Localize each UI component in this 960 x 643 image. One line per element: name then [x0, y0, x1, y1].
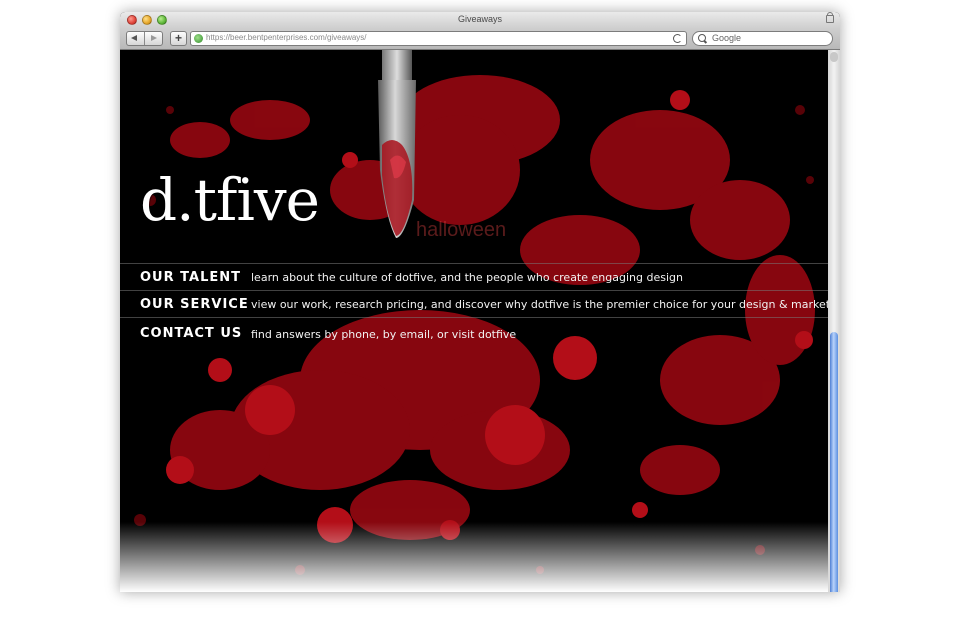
- scroll-track-cap: [830, 52, 838, 62]
- vertical-scrollbar[interactable]: [828, 50, 840, 592]
- knife-illustration: [378, 50, 416, 238]
- back-icon[interactable]: [131, 35, 137, 41]
- nav-row-our-service[interactable]: OUR SERVICE view our work, research pric…: [120, 290, 828, 317]
- title-bar: Giveaways: [120, 12, 840, 28]
- address-bar[interactable]: https://beer.bentpenterprises.com/giveaw…: [190, 31, 687, 46]
- browser-window: Giveaways + https://beer.bentpenterprise…: [120, 12, 840, 592]
- nav-row-our-talent[interactable]: OUR TALENT learn about the culture of do…: [120, 263, 828, 290]
- reload-icon[interactable]: [673, 34, 682, 43]
- nav-label-our-talent[interactable]: OUR TALENT: [140, 270, 241, 285]
- nav-row-contact-us[interactable]: CONTACT US find answers by phone, by ema…: [120, 317, 828, 344]
- globe-icon: [194, 34, 203, 43]
- url-text[interactable]: https://beer.bentpenterprises.com/giveaw…: [206, 33, 367, 42]
- page-content: d.tfive halloween OUR TALENT learn about…: [120, 50, 828, 592]
- search-field[interactable]: Google: [692, 31, 833, 46]
- forward-icon[interactable]: [151, 35, 157, 41]
- site-tagline: halloween: [416, 219, 507, 241]
- window-title: Giveaways: [457, 14, 502, 24]
- add-icon: +: [174, 31, 182, 45]
- nav-label-contact-us[interactable]: CONTACT US: [140, 326, 242, 341]
- add-bookmark-button[interactable]: +: [170, 31, 187, 46]
- nav-description-contact-us[interactable]: find answers by phone, by email, or visi…: [251, 328, 516, 341]
- search-placeholder[interactable]: Google: [712, 33, 741, 43]
- bottom-fade: [120, 522, 828, 592]
- search-icon: [698, 34, 706, 42]
- scroll-thumb[interactable]: [830, 332, 838, 592]
- history-buttons: [126, 31, 163, 46]
- nav-label-our-service[interactable]: OUR SERVICE: [140, 297, 249, 312]
- button-divider: [144, 32, 145, 45]
- site-logo[interactable]: d.tfive: [140, 168, 320, 232]
- lock-icon: [826, 12, 834, 23]
- browser-toolbar: + https://beer.bentpenterprises.com/give…: [120, 28, 840, 50]
- nav-description-our-service[interactable]: view our work, research pricing, and dis…: [251, 298, 828, 311]
- nav-description-our-talent[interactable]: learn about the culture of dotfive, and …: [251, 271, 683, 284]
